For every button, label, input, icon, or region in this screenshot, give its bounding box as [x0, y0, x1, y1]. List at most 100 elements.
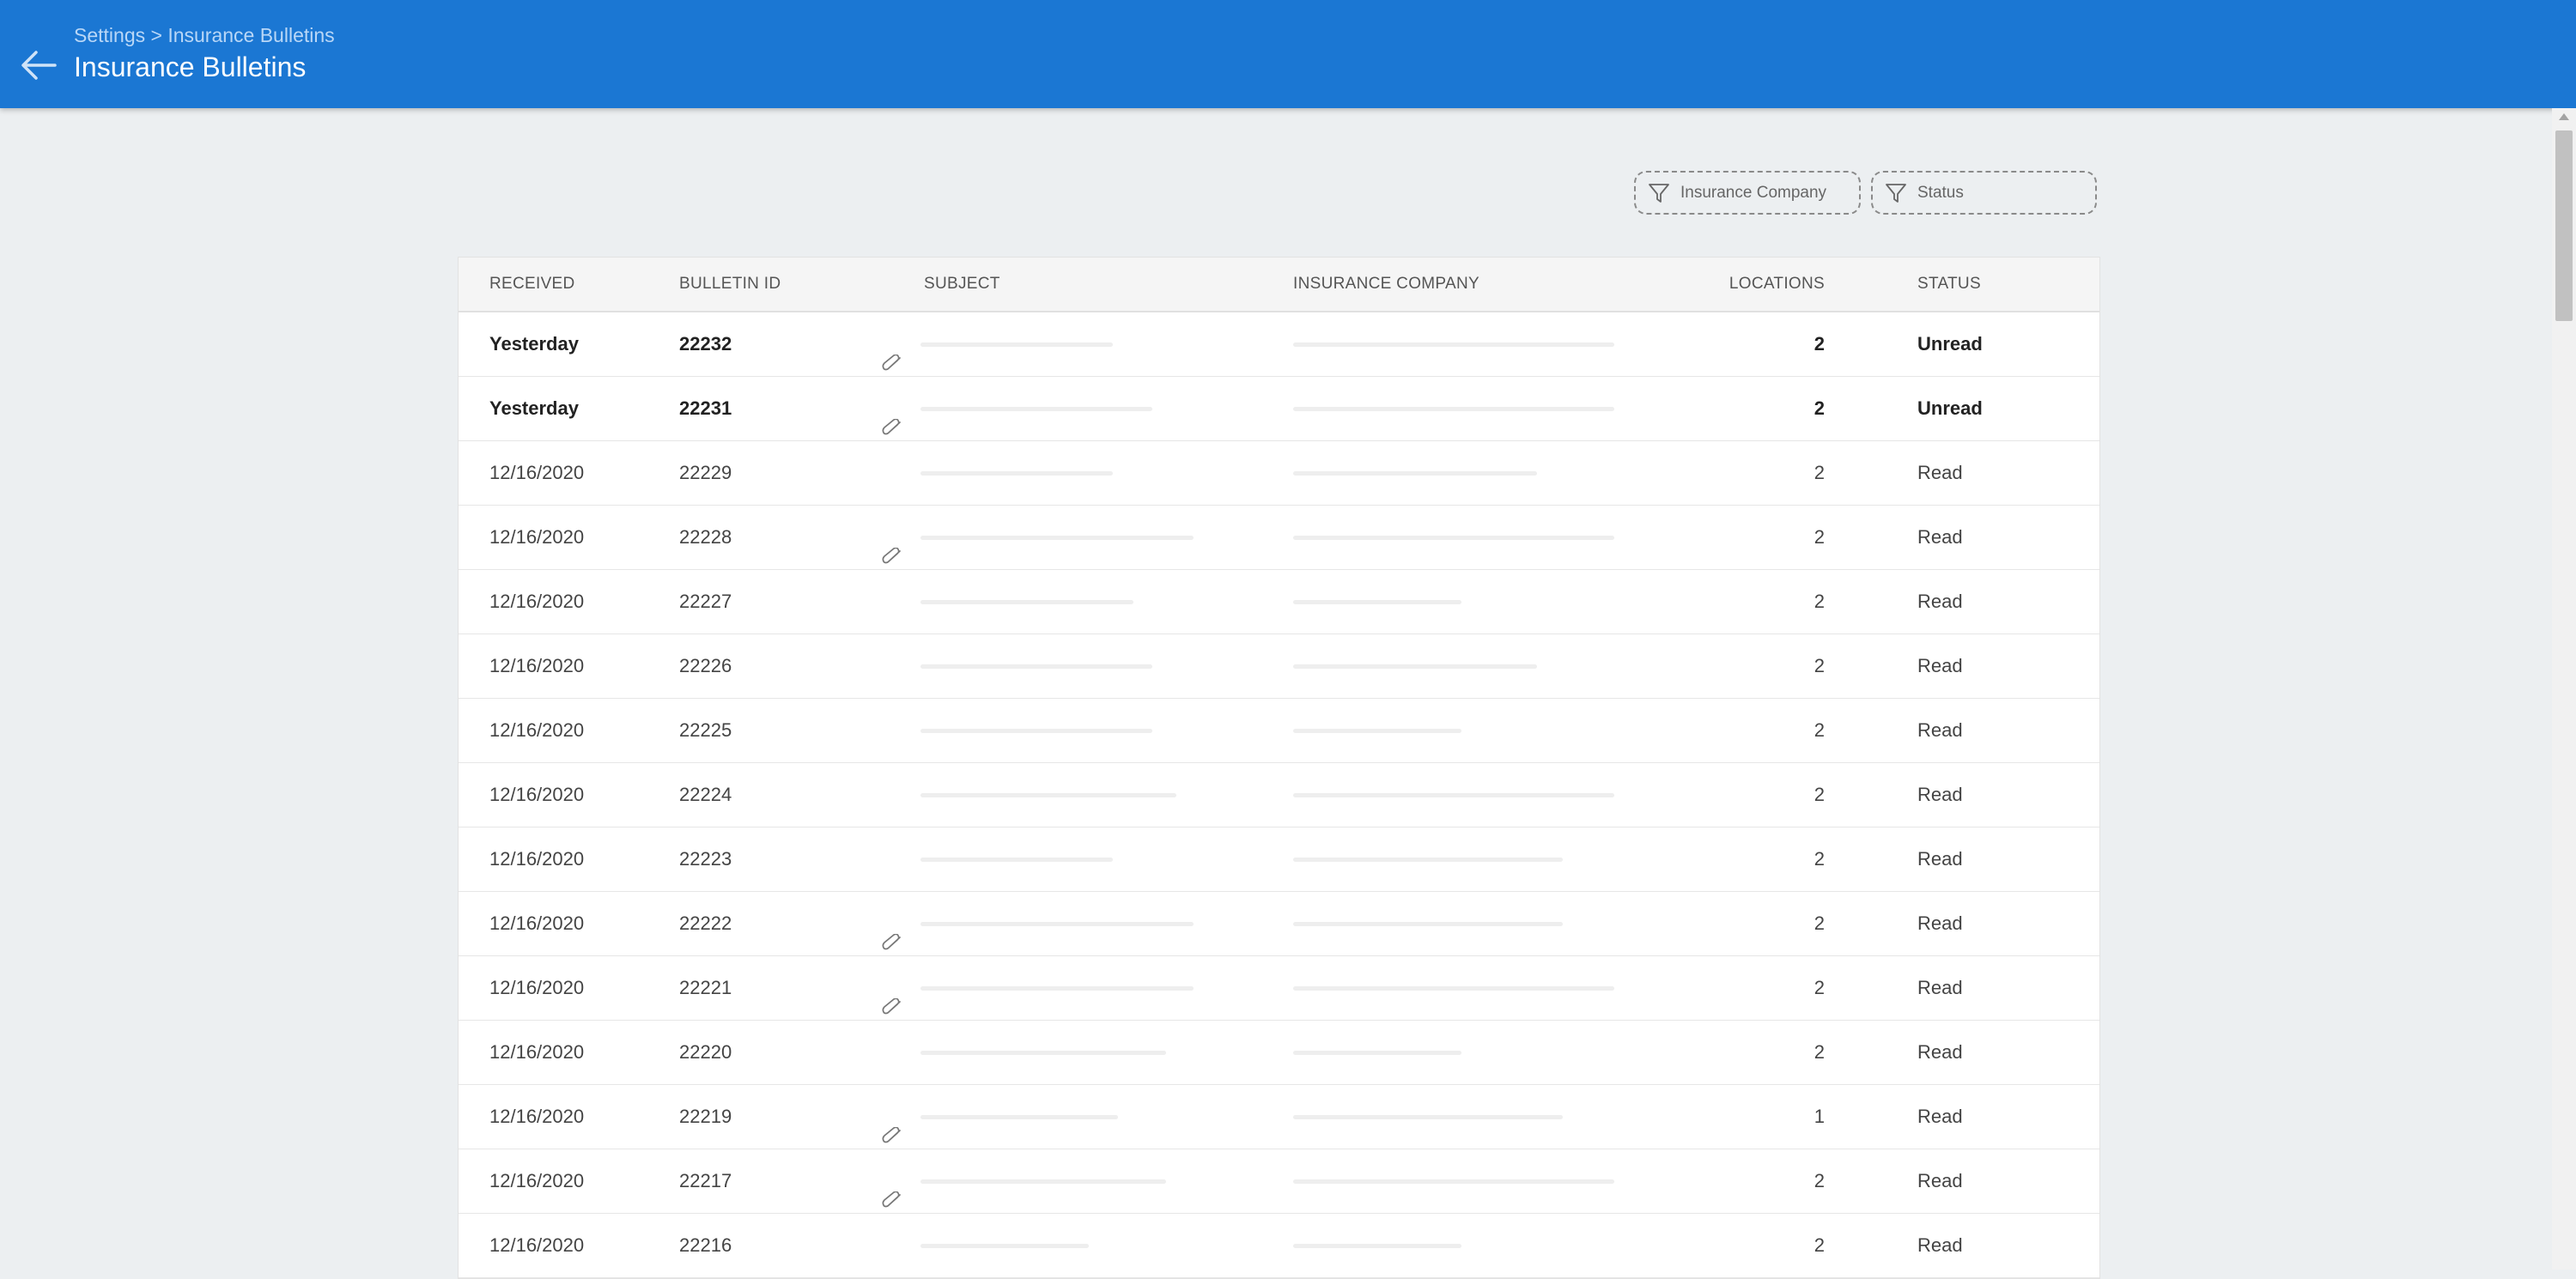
received-cell: 12/16/2020 — [489, 591, 585, 612]
subject-placeholder — [920, 664, 1152, 669]
locations-cell: 2 — [1814, 526, 1825, 548]
scroll-up-arrow-icon[interactable] — [2559, 113, 2569, 120]
table-row[interactable]: 12/16/2020 22227 2 Read — [459, 570, 2099, 634]
received-cell: Yesterday — [489, 397, 579, 419]
table-row[interactable]: 12/16/2020 22221 2 Read — [459, 956, 2099, 1021]
subject-placeholder — [920, 1115, 1118, 1119]
subject-placeholder — [920, 922, 1194, 926]
back-button[interactable] — [19, 48, 62, 86]
status-cell: Read — [1917, 848, 1963, 870]
column-header-locations[interactable]: LOCATIONS — [1729, 258, 1825, 311]
paperclip-icon — [881, 400, 905, 435]
insurance-company-placeholder — [1293, 729, 1461, 733]
column-header-status[interactable]: STATUS — [1917, 258, 1981, 311]
status-cell: Unread — [1917, 397, 1983, 419]
bulletin-id-cell: 22217 — [679, 1170, 732, 1191]
status-cell: Read — [1917, 719, 1963, 741]
subject-placeholder — [920, 986, 1194, 991]
subject-placeholder — [920, 342, 1113, 347]
breadcrumb[interactable]: Settings > Insurance Bulletins — [74, 24, 335, 47]
scrollbar-thumb[interactable] — [2555, 130, 2573, 321]
insurance-company-placeholder — [1293, 793, 1614, 797]
locations-cell: 2 — [1814, 977, 1825, 998]
table-row[interactable]: 12/16/2020 22219 1 Read — [459, 1085, 2099, 1149]
status-cell: Read — [1917, 1106, 1963, 1127]
locations-cell: 2 — [1814, 784, 1825, 805]
status-filter-label: Status — [1917, 183, 1964, 202]
bulletin-id-cell: 22222 — [679, 912, 732, 934]
table-row[interactable]: 12/16/2020 22220 2 Read — [459, 1021, 2099, 1085]
status-cell: Read — [1917, 784, 1963, 805]
locations-cell: 1 — [1814, 1106, 1825, 1127]
bulletin-id-cell: 22232 — [679, 333, 732, 355]
received-cell: 12/16/2020 — [489, 1041, 585, 1063]
table-row[interactable]: Yesterday 22231 2 Unread — [459, 377, 2099, 441]
locations-cell: 2 — [1814, 333, 1825, 355]
paperclip-icon — [881, 1108, 905, 1143]
insurance-company-placeholder — [1293, 1179, 1614, 1184]
bulletin-id-cell: 22223 — [679, 848, 732, 870]
received-cell: 12/16/2020 — [489, 526, 585, 548]
table-row[interactable]: 12/16/2020 22228 2 Read — [459, 506, 2099, 570]
locations-cell: 2 — [1814, 397, 1825, 419]
table-row[interactable]: 12/16/2020 22222 2 Read — [459, 892, 2099, 956]
column-header-received[interactable]: RECEIVED — [489, 258, 575, 311]
arrow-left-icon — [21, 51, 57, 80]
status-cell: Read — [1917, 526, 1963, 548]
table-row[interactable]: 12/16/2020 22223 2 Read — [459, 827, 2099, 892]
locations-cell: 2 — [1814, 462, 1825, 483]
table-row[interactable]: 12/16/2020 22217 2 Read — [459, 1149, 2099, 1214]
bulletin-id-cell: 22228 — [679, 526, 732, 548]
column-header-subject[interactable]: SUBJECT — [924, 258, 1000, 311]
paperclip-icon — [881, 979, 905, 1015]
table-row[interactable]: 12/16/2020 22226 2 Read — [459, 634, 2099, 699]
locations-cell: 2 — [1814, 591, 1825, 612]
table-row[interactable]: 12/16/2020 22216 2 Read — [459, 1214, 2099, 1278]
insurance-company-placeholder — [1293, 922, 1563, 926]
status-filter[interactable]: Status — [1871, 171, 2097, 215]
bulletin-id-cell: 22219 — [679, 1106, 732, 1127]
status-cell: Read — [1917, 462, 1963, 483]
table-row[interactable]: 12/16/2020 22229 2 Read — [459, 441, 2099, 506]
locations-cell: 2 — [1814, 1041, 1825, 1063]
received-cell: 12/16/2020 — [489, 719, 585, 741]
insurance-company-placeholder — [1293, 600, 1461, 604]
subject-placeholder — [920, 793, 1176, 797]
filter-funnel-icon — [1886, 183, 1906, 203]
insurance-company-filter[interactable]: Insurance Company — [1634, 171, 1861, 215]
subject-placeholder — [920, 471, 1113, 476]
subject-placeholder — [920, 536, 1194, 540]
table-row[interactable]: 12/16/2020 22225 2 Read — [459, 699, 2099, 763]
status-cell: Unread — [1917, 333, 1983, 355]
received-cell: Yesterday — [489, 333, 579, 355]
page-title: Insurance Bulletins — [74, 52, 307, 82]
paperclip-icon — [881, 915, 905, 950]
locations-cell: 2 — [1814, 719, 1825, 741]
insurance-company-placeholder — [1293, 1051, 1461, 1055]
table-row[interactable]: 12/16/2020 22224 2 Read — [459, 763, 2099, 827]
filter-funnel-icon — [1649, 183, 1669, 203]
status-cell: Read — [1917, 1170, 1963, 1191]
insurance-company-placeholder — [1293, 986, 1614, 991]
bulletin-id-cell: 22226 — [679, 655, 732, 676]
locations-cell: 2 — [1814, 1170, 1825, 1191]
status-cell: Read — [1917, 655, 1963, 676]
bulletin-id-cell: 22225 — [679, 719, 732, 741]
bulletin-id-cell: 22216 — [679, 1234, 732, 1256]
bulletin-id-cell: 22227 — [679, 591, 732, 612]
column-header-bulletin-id[interactable]: BULLETIN ID — [679, 258, 781, 311]
column-header-insurance-company[interactable]: INSURANCE COMPANY — [1293, 258, 1479, 311]
insurance-company-placeholder — [1293, 471, 1537, 476]
subject-placeholder — [920, 1244, 1089, 1248]
locations-cell: 2 — [1814, 1234, 1825, 1256]
bulletin-id-cell: 22224 — [679, 784, 732, 805]
received-cell: 12/16/2020 — [489, 784, 585, 805]
table-row[interactable]: Yesterday 22232 2 Unread — [459, 312, 2099, 377]
received-cell: 12/16/2020 — [489, 848, 585, 870]
insurance-company-filter-label: Insurance Company — [1680, 183, 1827, 202]
status-cell: Read — [1917, 1041, 1963, 1063]
received-cell: 12/16/2020 — [489, 912, 585, 934]
locations-cell: 2 — [1814, 848, 1825, 870]
received-cell: 12/16/2020 — [489, 1106, 585, 1127]
vertical-scrollbar[interactable] — [2552, 108, 2576, 1270]
